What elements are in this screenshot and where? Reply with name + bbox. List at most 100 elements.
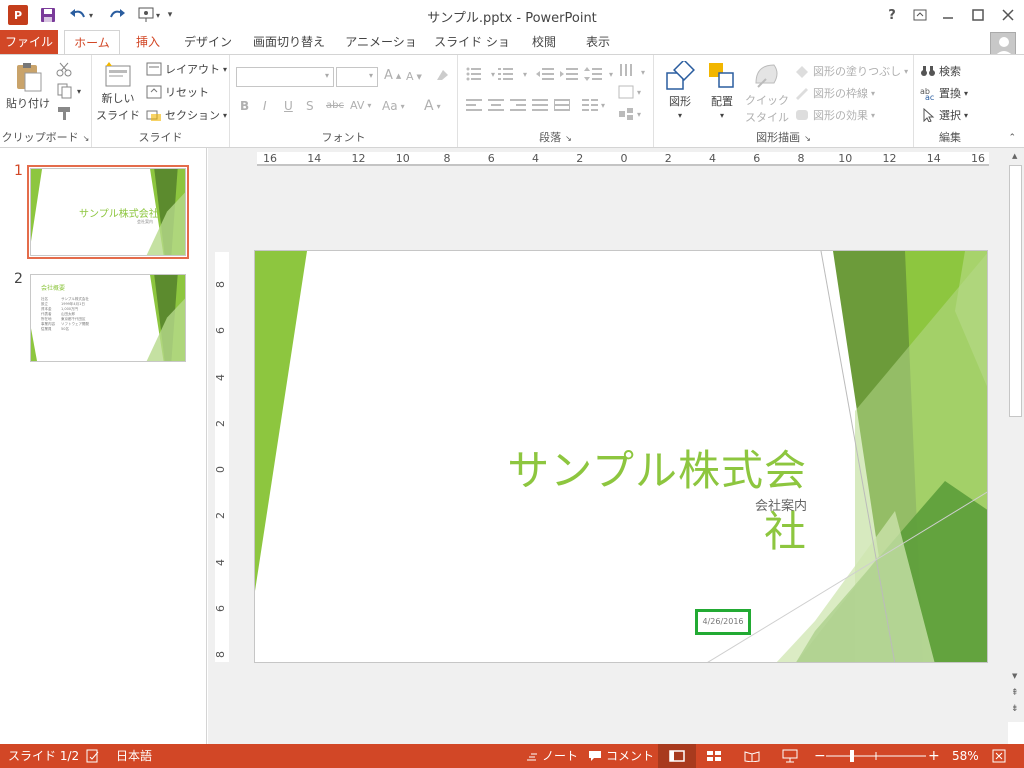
copy-icon[interactable]: ▾ [56, 83, 81, 99]
tab-home[interactable]: ホーム [64, 30, 120, 55]
slide-subtitle[interactable]: 会社案内 [675, 495, 807, 514]
scrollbar-thumb[interactable] [1009, 165, 1022, 417]
notes-label: ノート [542, 749, 579, 763]
tab-transitions[interactable]: 画面切り替え [248, 30, 330, 54]
shrink-font-label: A [406, 70, 414, 83]
slide-sorter-button[interactable] [706, 744, 722, 768]
shape-effects-label: 図形の効果 [813, 109, 868, 122]
close-icon[interactable] [994, 4, 1022, 26]
normal-view-button[interactable] [658, 744, 696, 768]
tab-view[interactable]: 表示 [578, 30, 618, 54]
shape-outline-button[interactable]: 図形の枠線 ▾ [794, 85, 875, 101]
slide-thumbnail-1[interactable]: サンプル株式会社 会社案内 [30, 168, 186, 256]
tab-file[interactable]: ファイル [0, 30, 58, 54]
align-center-icon[interactable] [488, 99, 504, 111]
decrease-indent-icon[interactable] [536, 67, 554, 81]
grow-font-button[interactable]: A ▲ [384, 68, 401, 83]
thumbnail-1-title: サンプル株式会社 [79, 209, 159, 220]
font-color-button[interactable]: A ▾ [424, 98, 441, 114]
find-button[interactable]: 検索 [920, 63, 961, 79]
paragraph-dialog-launcher-icon[interactable]: ↘ [565, 134, 572, 143]
new-slide-button[interactable]: 新しい スライド [96, 61, 140, 123]
drawing-dialog-launcher-icon[interactable]: ↘ [804, 134, 811, 143]
numbering-icon[interactable]: ▾ [498, 67, 527, 81]
section-button[interactable]: セクション ▾ [146, 107, 227, 123]
ruler-tick-label: 6 [214, 604, 227, 612]
paste-button[interactable]: 貼り付け [6, 61, 50, 111]
align-text-icon[interactable]: ▾ [618, 85, 641, 99]
shape-effects-button[interactable]: 図形の効果 ▾ [794, 107, 875, 123]
format-painter-icon[interactable] [56, 105, 72, 121]
increase-indent-icon[interactable] [560, 67, 578, 81]
quick-styles-button[interactable]: クイック スタイル [745, 61, 789, 125]
bullets-icon[interactable]: ▾ [466, 67, 495, 81]
font-name-combo[interactable]: ▾ [236, 67, 334, 87]
fit-to-window-icon[interactable] [992, 744, 1006, 768]
columns-icon[interactable]: ▾ [582, 99, 605, 111]
character-spacing-button[interactable]: AV ▾ [350, 99, 371, 112]
clear-formatting-icon[interactable] [434, 67, 450, 83]
italic-button[interactable]: I [263, 99, 267, 113]
align-right-icon[interactable] [510, 99, 526, 111]
vertical-ruler [215, 252, 229, 662]
slide-indicator: スライド 1/2 [8, 749, 80, 763]
effects-icon [796, 110, 808, 120]
clipboard-group: 貼り付け ▾ クリップボード ↘ [0, 55, 92, 147]
thumbnail-2-value: 50名 [61, 327, 69, 331]
language-indicator[interactable]: 日本語 [116, 744, 152, 768]
slideshow-button[interactable] [782, 744, 798, 768]
maximize-icon[interactable] [964, 4, 992, 26]
select-button[interactable]: 選択 ▾ [920, 107, 968, 123]
slide-thumbnail-2[interactable]: 会社概要 社名 設立 資本金 代表者 所在地 事業内容 従業員 サンプル株式会社… [30, 274, 186, 362]
zoom-in-button[interactable]: + [928, 744, 940, 768]
scroll-up-icon[interactable]: ▲ [1012, 152, 1017, 160]
date-placeholder[interactable]: 4/26/2016 [695, 609, 751, 635]
align-left-icon[interactable] [466, 99, 482, 111]
tab-review[interactable]: 校閲 [524, 30, 564, 54]
scroll-down-icon[interactable]: ▼ [1012, 672, 1017, 680]
user-avatar[interactable] [990, 32, 1016, 56]
shrink-font-button[interactable]: A ▼ [406, 70, 422, 83]
comments-button[interactable]: コメント [588, 744, 654, 768]
bold-button[interactable]: B [240, 99, 249, 113]
zoom-slider-track [826, 750, 926, 762]
next-slide-icon[interactable]: ⇟ [1011, 704, 1019, 714]
quick-styles-label-1: クイック [745, 94, 789, 107]
distributed-icon[interactable] [554, 99, 570, 111]
shadow-button[interactable]: S [306, 99, 314, 113]
shapes-button[interactable]: 図形 ▾ [662, 61, 698, 120]
cut-icon[interactable] [56, 61, 72, 77]
notes-button[interactable]: ノート [526, 744, 578, 768]
justify-icon[interactable] [532, 99, 548, 111]
shape-fill-button[interactable]: 図形の塗りつぶし ▾ [794, 63, 908, 79]
line-spacing-icon[interactable]: ▾ [584, 67, 613, 81]
collapse-ribbon-icon[interactable]: ⌃ [1008, 133, 1016, 143]
spelling-check-icon[interactable] [86, 744, 100, 768]
tab-design[interactable]: デザイン [180, 30, 236, 54]
thumbnail-number-2: 2 [14, 271, 23, 287]
previous-slide-icon[interactable]: ⇞ [1011, 688, 1019, 698]
zoom-level[interactable]: 58% [952, 744, 979, 768]
reading-view-button[interactable] [744, 744, 760, 768]
help-button[interactable]: ? [878, 4, 906, 26]
reset-button[interactable]: リセット [146, 84, 209, 100]
slide-canvas[interactable]: サンプル株式会社 会社案内 4/26/2016 [254, 250, 988, 663]
ribbon-display-options-icon[interactable] [906, 4, 934, 26]
minimize-icon[interactable] [934, 4, 962, 26]
arrange-button[interactable]: 配置 ▾ [704, 61, 740, 120]
tab-animations[interactable]: アニメーション [342, 30, 420, 73]
underline-button[interactable]: U [284, 99, 293, 113]
zoom-out-button[interactable]: − [814, 744, 826, 768]
font-size-combo[interactable]: ▾ [336, 67, 378, 87]
smartart-icon[interactable]: ▾ [618, 107, 641, 121]
strikethrough-button[interactable]: abc [326, 100, 344, 111]
font-color-label: A [424, 98, 434, 114]
text-direction-icon[interactable]: ▾ [618, 63, 645, 81]
layout-button[interactable]: レイアウト ▾ [146, 61, 227, 77]
replace-button[interactable]: ab ac 置換 ▾ [920, 85, 968, 101]
tab-insert[interactable]: 挿入 [128, 30, 168, 54]
change-case-button[interactable]: Aa ▾ [382, 99, 405, 113]
tab-slideshow[interactable]: スライド ショー [430, 30, 514, 73]
zoom-slider[interactable] [826, 744, 926, 768]
dialog-launcher-icon[interactable]: ↘ [83, 134, 90, 143]
